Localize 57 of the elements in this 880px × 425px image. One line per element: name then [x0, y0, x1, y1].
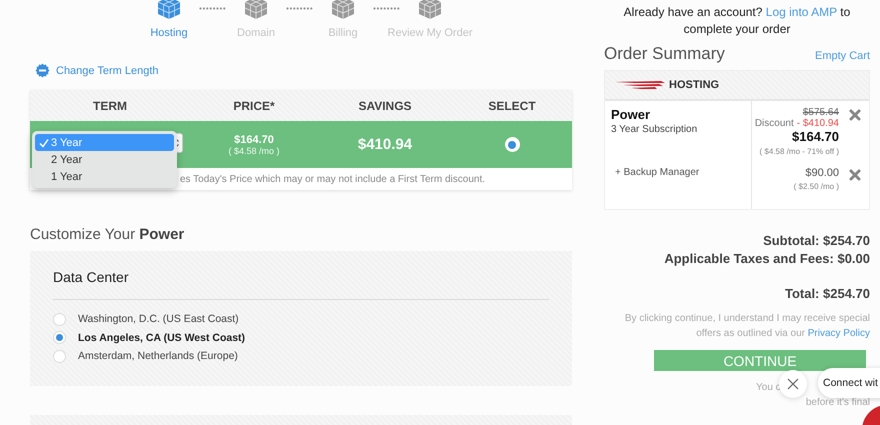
account-prompt: Already have an account? Log into AMP to complete your order [622, 4, 852, 38]
chat-bubble[interactable]: Connect wit [818, 368, 880, 398]
price-note: ( $2.50 /mo ) [794, 182, 839, 191]
privacy-policy-link[interactable]: Privacy Policy [808, 328, 870, 339]
radio-button[interactable] [53, 350, 66, 363]
continue-button[interactable]: CONTINUE [654, 350, 866, 371]
close-button[interactable] [779, 370, 807, 398]
dotted-connector [286, 7, 313, 10]
taxes-and-fees: Applicable Taxes and Fees: $0.00 [663, 250, 870, 268]
close-icon [787, 378, 799, 390]
section-heading: Customize Your Power [30, 226, 186, 243]
footnote-text: before it's final [806, 397, 870, 408]
option-label[interactable]: Los Angeles, CA (US West Coast) [78, 332, 246, 344]
change-term-link[interactable]: Change Term Length [56, 64, 159, 76]
panel-title: Data Center [53, 269, 130, 285]
dropdown-option[interactable]: 2 Year [35, 151, 174, 168]
checkout-step[interactable]: Hosting [150, 27, 188, 39]
price-note: ( $4.58 /mo - 71% off ) [760, 147, 839, 156]
dotted-connector [373, 7, 400, 10]
term-price: $164.70 [233, 134, 275, 146]
category-label: HOSTING [669, 79, 720, 91]
check-icon [39, 138, 49, 148]
empty-cart-link[interactable]: Empty Cart [814, 50, 870, 62]
checkout-step[interactable]: Domain [237, 27, 275, 39]
option-label[interactable]: Amsterdam, Netherlands (Europe) [78, 350, 238, 362]
monthly-price: ( $4.58 /mo ) [227, 146, 281, 156]
checkout-step[interactable]: Review My Order [388, 27, 472, 39]
checkout-step[interactable]: Billing [328, 27, 358, 39]
product-name: Power [611, 107, 652, 122]
column-header: TERM [92, 98, 128, 112]
order-total: Total: $254.70 [784, 285, 870, 303]
product-term: 3 Year Subscription [611, 124, 698, 135]
dotted-connector [199, 7, 226, 10]
remove-icon[interactable] [849, 109, 861, 121]
remove-icon[interactable] [849, 169, 861, 181]
savings-amount: $410.94 [358, 136, 412, 152]
original-price: $575.64 [802, 107, 839, 118]
select-radio[interactable] [504, 137, 520, 152]
dropdown-option[interactable]: 3 Year [35, 134, 174, 151]
subtotal: Subtotal: $254.70 [762, 232, 870, 250]
discount-label: Discount [754, 118, 794, 129]
column-header: SAVINGS [357, 98, 413, 112]
option-label[interactable]: Washington, D.C. (US East Coast) [78, 313, 239, 326]
dropdown-option[interactable]: 1 Year [35, 168, 174, 185]
consent-text: By clicking continue, I understand I may receive special offers as outlined via our Privacy Policy [624, 312, 870, 341]
item-price: $90.00 [805, 167, 839, 179]
login-link[interactable]: Log into AMP [766, 5, 837, 19]
addon-name: + Backup Manager [614, 167, 700, 178]
order-summary-title: Order Summary [604, 44, 725, 64]
column-header: SELECT [487, 98, 537, 112]
price-note: es Today's Price which may or may not include a First Term discount. [180, 174, 485, 184]
column-header: PRICE* [232, 98, 276, 112]
radio-button[interactable] [53, 331, 66, 344]
item-price: $164.70 [792, 129, 839, 144]
radio-button[interactable] [53, 312, 66, 326]
discount-amount: - $410.94 [796, 118, 839, 129]
minus-icon [35, 63, 50, 78]
